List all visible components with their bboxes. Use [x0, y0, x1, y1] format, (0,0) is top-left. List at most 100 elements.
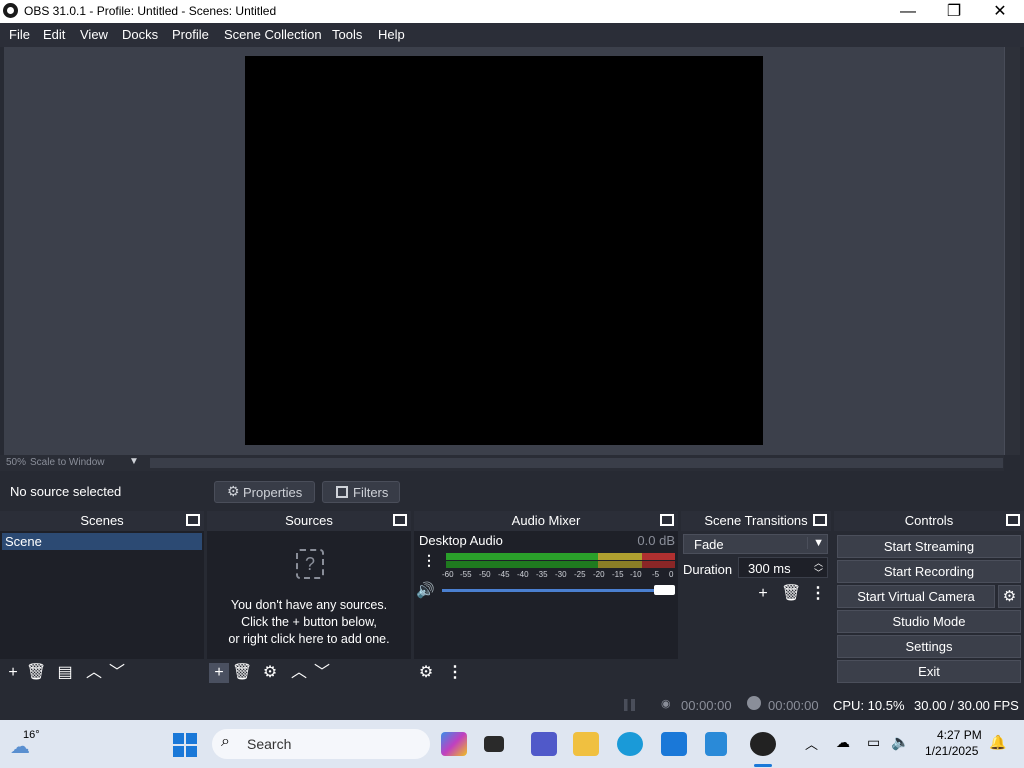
volume-slider[interactable] — [442, 589, 657, 592]
network-icon[interactable]: ▭ — [867, 734, 880, 751]
no-source-label: No source selected — [10, 484, 122, 499]
stream-icon: ◉ — [661, 698, 671, 710]
meter-yellow — [598, 553, 642, 560]
weather-temp: 16° — [23, 729, 40, 741]
trash-icon[interactable]: 🗑 — [232, 663, 252, 683]
start-virtual-camera-button[interactable]: Start Virtual Camera — [837, 585, 995, 608]
more-icon[interactable]: ⋮ — [808, 584, 828, 604]
chevron-down-icon[interactable]: ﹀ — [312, 663, 332, 683]
store-icon[interactable] — [661, 732, 687, 756]
scenes-list[interactable]: Scene — [0, 531, 204, 659]
notification-icon[interactable]: 🔔 — [989, 734, 1006, 751]
horizontal-scrollbar[interactable] — [150, 458, 1003, 468]
start-recording-button[interactable]: Start Recording — [837, 560, 1021, 583]
chevron-up-icon[interactable]: ︿ — [805, 734, 818, 753]
undock-icon[interactable] — [393, 514, 407, 526]
taskbar-date[interactable]: 1/21/2025 — [925, 744, 978, 758]
volume-icon[interactable]: 🔈 — [891, 733, 910, 751]
cpu-usage: CPU: 10.5% — [833, 698, 905, 713]
duration-spinbox[interactable]: 300 ms ︿ ﹀ — [738, 557, 828, 578]
window-title: OBS 31.0.1 - Profile: Untitled - Scenes:… — [24, 4, 277, 18]
transitions-dock-header: Scene Transitions — [681, 511, 831, 531]
filters-icon[interactable]: ▤ — [55, 663, 75, 683]
audio-mixer-dock: Audio Mixer Desktop Audio 0.0 dB ⋮ -60 -… — [414, 511, 678, 687]
undock-icon[interactable] — [813, 514, 827, 526]
close-button[interactable]: ✕ — [977, 0, 1023, 23]
chevron-up-icon[interactable]: ︿ — [84, 663, 104, 683]
copilot-icon[interactable] — [441, 732, 467, 756]
notepad-icon[interactable] — [705, 732, 727, 756]
spin-down-icon[interactable]: ﹀ — [814, 566, 823, 579]
controls-dock-header: Controls — [834, 511, 1024, 531]
zoom-bar: 50% Scale to Window ▼ — [0, 455, 1004, 471]
properties-button[interactable]: ⚙ Properties — [214, 481, 315, 503]
gear-icon[interactable]: ⚙ — [260, 663, 280, 683]
start-streaming-button[interactable]: Start Streaming — [837, 535, 1021, 558]
channel-level: 0.0 dB — [637, 533, 675, 548]
status-bar: ◉ 00:00:00 00:00:00 CPU: 10.5% 30.00 / 3… — [0, 690, 1024, 720]
edge-icon[interactable] — [617, 732, 643, 756]
taskbar-time[interactable]: 4:27 PM — [937, 728, 982, 742]
trash-icon[interactable]: 🗑 — [781, 584, 801, 604]
add-scene-icon[interactable]: + — [3, 663, 23, 683]
undock-icon[interactable] — [186, 514, 200, 526]
trash-icon[interactable]: 🗑 — [26, 663, 46, 683]
zoom-dropdown-icon[interactable]: ▼ — [129, 456, 139, 467]
menu-help[interactable]: Help — [378, 27, 405, 42]
add-source-icon[interactable]: + — [209, 663, 229, 683]
more-icon[interactable]: ⋮ — [445, 663, 465, 683]
scenes-dock-header: Scenes — [0, 511, 204, 531]
empty-sources-message: You don't have any sources. Click the + … — [228, 598, 390, 646]
meter-green — [446, 561, 598, 568]
menu-profile[interactable]: Profile — [172, 27, 209, 42]
settings-button[interactable]: Settings — [837, 635, 1021, 658]
obs-logo-icon — [3, 3, 18, 18]
title-bar: OBS 31.0.1 - Profile: Untitled - Scenes:… — [0, 0, 1024, 23]
undock-icon[interactable] — [660, 514, 674, 526]
exit-button[interactable]: Exit — [837, 660, 1021, 683]
vertical-scrollbar[interactable] — [1004, 47, 1020, 455]
duration-label: Duration — [683, 562, 733, 577]
terminal-icon[interactable] — [484, 736, 504, 752]
sources-toolbar: + 🗑 ⚙ ︿ ﹀ — [207, 659, 411, 687]
menu-tools[interactable]: Tools — [332, 27, 362, 42]
studio-mode-button[interactable]: Studio Mode — [837, 610, 1021, 633]
menu-bar: File Edit View Docks Profile Scene Colle… — [0, 23, 1024, 47]
more-icon[interactable]: ⋮ — [422, 552, 436, 569]
chevron-down-icon[interactable]: ﹀ — [107, 663, 127, 683]
menu-view[interactable]: View — [80, 27, 108, 42]
gear-icon[interactable]: ⚙ — [998, 585, 1021, 608]
gear-icon[interactable]: ⚙ — [416, 663, 436, 683]
add-transition-icon[interactable]: + — [753, 584, 773, 604]
menu-scene-collection[interactable]: Scene Collection — [224, 27, 322, 42]
menu-edit[interactable]: Edit — [43, 27, 65, 42]
volume-slider-handle[interactable] — [654, 585, 675, 595]
channel-name: Desktop Audio — [419, 533, 503, 548]
menu-file[interactable]: File — [9, 27, 30, 42]
onedrive-icon[interactable]: ☁ — [836, 734, 850, 751]
filters-button[interactable]: Filters — [322, 481, 400, 503]
taskbar-search[interactable]: ⌕ Search — [212, 729, 430, 759]
obs-taskbar-icon[interactable] — [750, 732, 776, 756]
undock-icon[interactable] — [1006, 514, 1020, 526]
transitions-title: Scene Transitions — [704, 513, 808, 528]
chevron-up-icon[interactable]: ︿ — [289, 663, 309, 683]
scenes-toolbar: + 🗑 ▤ ︿ ﹀ — [0, 659, 204, 687]
speaker-icon[interactable]: 🔊 — [416, 581, 435, 599]
menu-docks[interactable]: Docks — [122, 27, 158, 42]
gear-icon: ⚙ — [227, 483, 240, 499]
sources-list[interactable]: ? You don't have any sources. Click the … — [207, 531, 411, 659]
windows-start-icon[interactable] — [173, 733, 197, 757]
mixer-body: Desktop Audio 0.0 dB ⋮ -60 -55 -50 -45 -… — [414, 531, 678, 659]
scenes-dock: Scenes Scene + 🗑 ▤ ︿ ﹀ — [0, 511, 204, 687]
transition-select[interactable]: Fade ▼ — [683, 534, 828, 554]
scene-list-item[interactable]: Scene — [2, 533, 202, 550]
file-explorer-icon[interactable] — [573, 732, 599, 756]
meter-green — [446, 553, 598, 560]
maximize-button[interactable]: ❐ — [931, 0, 977, 23]
sources-title: Sources — [285, 513, 333, 528]
preview-canvas[interactable] — [245, 56, 763, 445]
zoom-mode[interactable]: Scale to Window — [30, 457, 104, 468]
teams-icon[interactable] — [531, 732, 557, 756]
minimize-button[interactable]: — — [885, 0, 931, 23]
